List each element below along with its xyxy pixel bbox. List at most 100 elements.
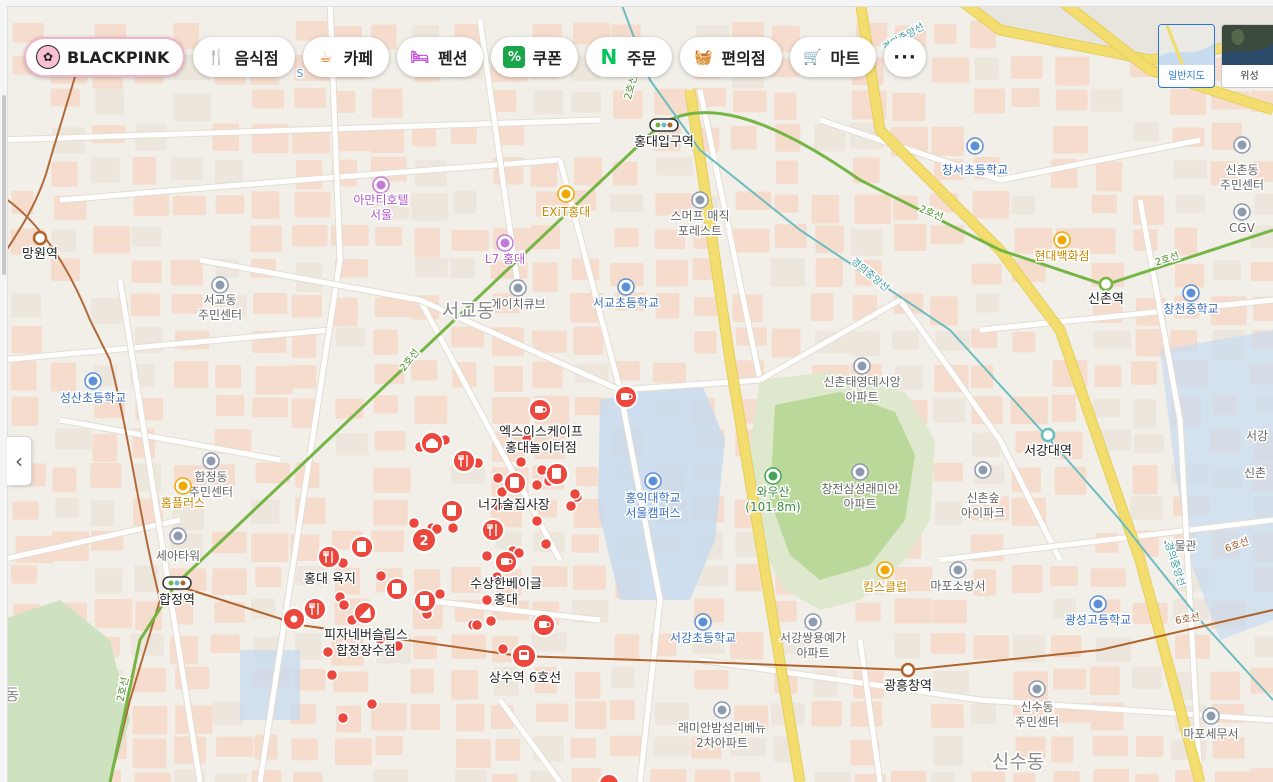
- poi-pub-marker[interactable]: [385, 577, 409, 601]
- chip-order[interactable]: N 주문: [585, 37, 673, 77]
- poi-dot-marker[interactable]: [530, 478, 544, 492]
- city-block: [332, 671, 369, 693]
- office-icon[interactable]: [211, 276, 229, 294]
- poi-dot-marker[interactable]: [446, 521, 460, 535]
- school-icon[interactable]: [617, 278, 635, 296]
- chip-food[interactable]: 🍴 음식점: [193, 37, 295, 77]
- left-scrollbar[interactable]: [2, 95, 6, 275]
- apartment-icon[interactable]: [853, 357, 871, 375]
- gwangheung-station[interactable]: [900, 662, 916, 678]
- poi-cafe-marker[interactable]: [494, 550, 518, 574]
- poi-dot-marker[interactable]: [484, 614, 498, 628]
- shop-icon[interactable]: [557, 185, 575, 203]
- poi-pub-marker[interactable]: [545, 462, 569, 486]
- poi-cafe-marker[interactable]: [614, 385, 638, 409]
- poi-dot-marker[interactable]: [480, 549, 494, 563]
- firestation-icon[interactable]: [949, 561, 967, 579]
- chip-cafe[interactable]: ☕ 카페: [302, 37, 390, 77]
- school-icon[interactable]: [966, 137, 984, 155]
- poi-dot-marker[interactable]: [539, 537, 553, 551]
- school-icon[interactable]: [644, 472, 662, 490]
- panel-collapse-button[interactable]: ‹: [7, 436, 32, 486]
- city-block: [1092, 735, 1129, 756]
- sinchon-station[interactable]: [1098, 276, 1114, 292]
- poi-dot-marker[interactable]: [282, 607, 306, 631]
- office-icon[interactable]: [202, 452, 220, 470]
- building-icon[interactable]: [169, 527, 187, 545]
- chip-coupon[interactable]: % 쿠폰: [491, 37, 578, 77]
- poi-pub-marker[interactable]: [503, 471, 527, 495]
- poi-pub-marker[interactable]: [440, 499, 464, 523]
- more-categories-button[interactable]: ···: [884, 37, 926, 77]
- poi-dot-marker[interactable]: [321, 645, 335, 659]
- station-label: 홍대입구역: [634, 135, 694, 150]
- poi-dot-marker[interactable]: [496, 642, 510, 656]
- school-icon[interactable]: [1089, 595, 1107, 613]
- office-icon[interactable]: [1028, 680, 1046, 698]
- poi-dot-marker[interactable]: [470, 618, 484, 632]
- shop-icon[interactable]: [876, 561, 894, 579]
- mangwon-station[interactable]: [32, 230, 48, 246]
- cinema-icon[interactable]: [1233, 203, 1251, 221]
- poi-dot-marker[interactable]: [374, 569, 388, 583]
- school-icon[interactable]: [84, 372, 102, 390]
- poi-pub-marker[interactable]: [350, 535, 374, 559]
- poi-pizza-marker[interactable]: [353, 601, 377, 625]
- map-canvas[interactable]: 아만티호텔서울 EXiT홍대 L7 홍대 스머프 매직포레스트 창서초등학교 신촌동주민센…: [0, 0, 1273, 782]
- poi-dot-marker[interactable]: [337, 598, 351, 612]
- poi-dot-marker[interactable]: [530, 514, 544, 528]
- poi-food-marker[interactable]: [481, 518, 505, 542]
- exis-cafe[interactable]: 엑스이스케이프홍대놀이터점: [498, 424, 585, 458]
- seogang-station[interactable]: [1040, 427, 1056, 443]
- poi-dot-marker[interactable]: [568, 487, 582, 501]
- place-label: 신촌: [1244, 466, 1266, 480]
- poi-cluster[interactable]: 2: [411, 527, 437, 553]
- poi-dot-marker[interactable]: [491, 471, 505, 485]
- poi-food-marker[interactable]: [317, 545, 341, 569]
- hongdae-yukji[interactable]: 홍대 육지: [303, 571, 358, 589]
- map-type-normal[interactable]: 일반지도: [1158, 24, 1215, 88]
- hongdae-station[interactable]: [649, 118, 679, 132]
- poi-bakery-marker[interactable]: [420, 431, 444, 455]
- apartment-icon[interactable]: [974, 461, 992, 479]
- poi-food-marker[interactable]: [303, 597, 327, 621]
- chip-blackpink[interactable]: ✿ BLACKPINK: [24, 37, 186, 77]
- apartment-icon[interactable]: [851, 463, 869, 481]
- map-type-satellite[interactable]: 위성: [1221, 24, 1273, 88]
- poi-dot-marker[interactable]: [365, 697, 379, 711]
- city-block: [492, 397, 530, 424]
- school-icon[interactable]: [1182, 284, 1200, 302]
- pizza-slips[interactable]: 피자네버슬립스합정장수점: [323, 627, 410, 661]
- poi-food-marker[interactable]: [452, 449, 476, 473]
- building-icon[interactable]: [509, 279, 527, 297]
- poi-dot-marker[interactable]: [480, 593, 494, 607]
- school-icon[interactable]: [694, 613, 712, 631]
- landmark-icon[interactable]: [691, 191, 709, 209]
- poi-dot-marker[interactable]: [564, 499, 578, 513]
- chip-convenience[interactable]: 🧺 편의점: [680, 37, 782, 77]
- office-icon[interactable]: [1233, 136, 1251, 154]
- poi-cafe-marker[interactable]: [528, 398, 552, 422]
- shop-icon[interactable]: [1053, 231, 1071, 249]
- hapjeong-station[interactable]: [162, 576, 192, 590]
- place-label: 킴스클럽: [863, 580, 907, 594]
- sangsu-station[interactable]: [511, 643, 537, 669]
- city-block: [1130, 361, 1157, 385]
- neoga-pub[interactable]: 너가술집사장: [477, 497, 552, 515]
- poi-cafe-marker[interactable]: [532, 613, 556, 637]
- apartment-icon[interactable]: [713, 701, 731, 719]
- poi-dot-marker[interactable]: [407, 516, 421, 530]
- apartment-icon[interactable]: [804, 613, 822, 631]
- poi-pub-marker[interactable]: [413, 589, 437, 613]
- place-label: 신촌태영데시앙: [823, 375, 900, 389]
- poi-dot-marker[interactable]: [336, 711, 350, 725]
- poi-dot-marker[interactable]: [514, 455, 528, 469]
- hotel-icon[interactable]: [372, 176, 390, 194]
- shop-icon[interactable]: [174, 477, 192, 495]
- office-icon[interactable]: [1202, 707, 1220, 725]
- poi-dot-marker[interactable]: [325, 668, 339, 682]
- chip-pension[interactable]: 🛏 펜션: [397, 37, 484, 77]
- hotel-icon[interactable]: [496, 234, 514, 252]
- mountain-icon[interactable]: [764, 467, 782, 485]
- chip-mart[interactable]: 🛒 마트: [789, 37, 876, 77]
